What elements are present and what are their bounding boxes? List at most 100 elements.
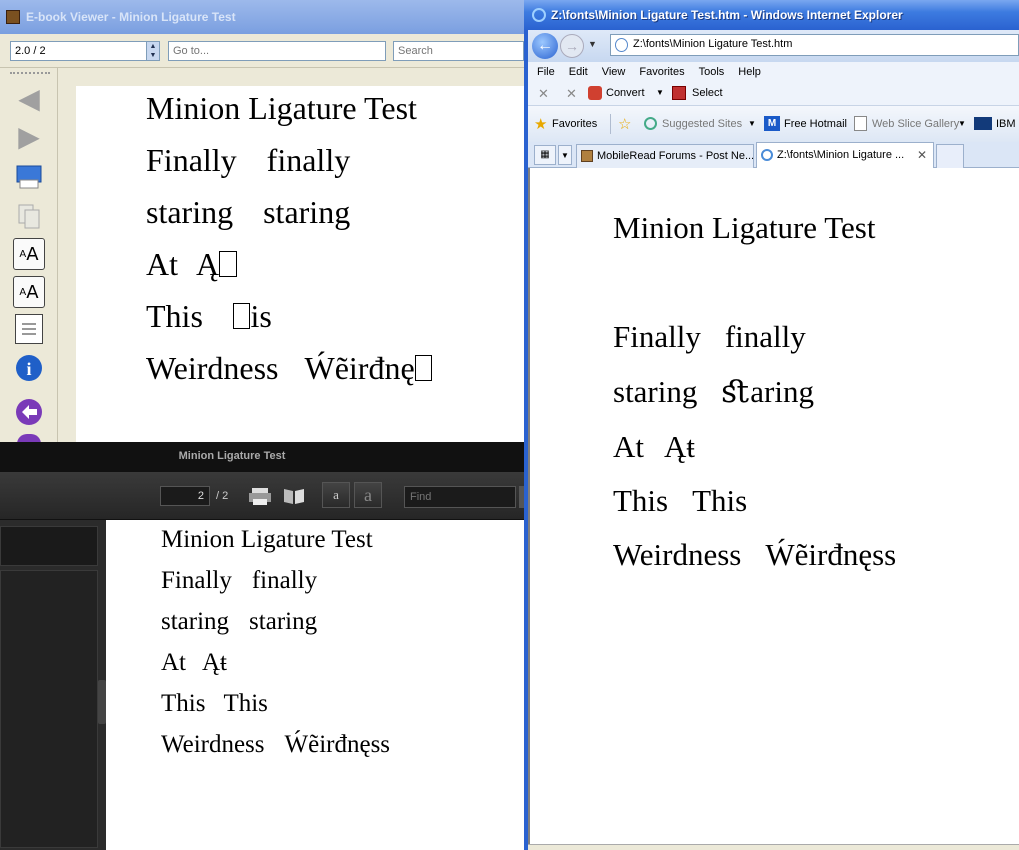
mobileread-favicon — [581, 150, 593, 162]
ebook-line-text: Minion Ligature Test — [146, 90, 417, 126]
ie-page-favicon — [761, 149, 773, 161]
font-smaller-icon[interactable]: AA — [13, 276, 45, 308]
ie-line-right: Ẃẽirđnęss — [765, 537, 897, 572]
chevron-down-icon[interactable]: ▼ — [656, 88, 664, 97]
forward-button-icon[interactable]: → — [560, 34, 584, 58]
ebook-viewer-toolbar: 2.0 / 2 ▲ ▼ — [0, 34, 524, 68]
new-tab-button[interactable] — [936, 144, 964, 168]
adobe-line-left: Weirdness — [161, 731, 265, 758]
back-button-icon[interactable]: ← — [532, 33, 558, 59]
ebook-line: Weirdness Ẃẽirđnę — [146, 350, 433, 387]
toc-icon[interactable] — [15, 314, 43, 344]
select-button[interactable]: Select — [692, 87, 723, 99]
ibm-icon — [974, 117, 992, 130]
find-input[interactable] — [404, 486, 516, 508]
font-small-glyph: a — [333, 487, 339, 502]
menu-help[interactable]: Help — [738, 66, 761, 78]
ie-logo-icon — [532, 8, 546, 22]
page-number-field[interactable]: 2 — [160, 486, 210, 506]
ebook-line: This is — [146, 298, 272, 335]
font-larger-icon[interactable]: AA — [13, 238, 45, 270]
print-icon[interactable] — [13, 160, 45, 192]
adobe-line-left: Minion Ligature Test — [161, 526, 373, 553]
toolbar-grip — [10, 72, 50, 74]
menu-view[interactable]: View — [602, 66, 626, 78]
adobe-line-right: This — [223, 690, 268, 717]
goto-input[interactable] — [168, 41, 386, 61]
svg-text:i: i — [26, 359, 31, 379]
previous-icon[interactable] — [13, 396, 45, 428]
side-panel-header — [0, 526, 98, 566]
tab-label: Z:\fonts\Minion Ligature ... — [777, 149, 905, 161]
adobe-titlebar[interactable]: Minion Ligature Test — [0, 442, 524, 472]
convert-icon — [588, 86, 602, 100]
ebook-viewer-window: E-book Viewer - Minion Ligature Test 2.0… — [0, 0, 524, 444]
ie-line-right: finally — [724, 319, 806, 354]
page-spinbox[interactable]: 2.0 / 2 ▲ ▼ — [10, 41, 160, 61]
ie-heading: Minion Ligature Test — [613, 210, 875, 246]
info-icon[interactable]: i — [13, 352, 45, 384]
adobe-line: staring staring — [161, 608, 317, 636]
missing-glyph-box — [414, 355, 433, 381]
ie-line-right: Ąŧ — [664, 429, 695, 464]
bookmark-icon[interactable] — [282, 486, 306, 506]
ie-line: staring ﬆaring — [613, 374, 814, 410]
add-favorite-icon[interactable]: ☆ — [618, 115, 631, 133]
history-dropdown-icon[interactable]: ▼ — [588, 39, 597, 49]
adobe-line-left: Finally — [161, 567, 232, 594]
web-slice-link[interactable]: Web Slice Gallery — [872, 118, 959, 130]
select-icon — [672, 86, 686, 100]
hotmail-icon: M — [764, 116, 780, 131]
tab-list-dropdown-icon[interactable]: ▼ — [558, 145, 572, 165]
chevron-down-icon[interactable]: ▼ — [958, 119, 966, 128]
forward-arrow-icon[interactable]: ▶ — [13, 120, 45, 152]
ie-favorites-bar: ★ Favorites ☆ Suggested Sites ▼ M Free H… — [528, 106, 1019, 142]
close-tab-icon[interactable]: ✕ — [917, 148, 927, 162]
panel-collapse-handle[interactable] — [98, 680, 106, 724]
tab-minion-test[interactable]: Z:\fonts\Minion Ligature ... ✕ — [756, 142, 934, 168]
ebook-line-right: finally — [266, 142, 351, 178]
free-hotmail-link[interactable]: Free Hotmail — [784, 118, 847, 130]
close-x-icon[interactable]: ✕ — [566, 86, 577, 102]
chevron-down-icon[interactable]: ▼ — [748, 119, 756, 128]
menu-file[interactable]: File — [537, 66, 555, 78]
adobe-line: Weirdness Ẃẽirđnęss — [161, 731, 390, 759]
adobe-line-right: Ẃẽirđnęss — [284, 731, 391, 758]
font-smaller-button[interactable]: a — [322, 482, 350, 508]
spin-arrows-icon[interactable]: ▲ ▼ — [146, 42, 159, 60]
ie-window: Z:\fonts\Minion Ligature Test.htm - Wind… — [524, 0, 1019, 850]
back-arrow-icon[interactable]: ◀ — [13, 82, 45, 114]
web-slice-icon — [854, 116, 867, 131]
adobe-page: Minion Ligature Test Finally finally star… — [106, 520, 524, 850]
ibm-link[interactable]: IBM i — [996, 118, 1019, 130]
ie-tab-row: ▦ ▼ MobileRead Forums - Post Ne... Z:\fo… — [528, 142, 1019, 168]
ie-line: Weirdness Ẃẽirđnęss — [613, 537, 896, 573]
print-icon[interactable] — [248, 486, 272, 506]
address-bar[interactable]: Z:\fonts\Minion Ligature Test.htm — [610, 34, 1019, 56]
tab-mobileread[interactable]: MobileRead Forums - Post Ne... — [576, 144, 754, 168]
copy-icon[interactable] — [13, 200, 45, 232]
ebook-viewer-titlebar[interactable]: E-book Viewer - Minion Ligature Test — [0, 0, 524, 34]
favorites-button[interactable]: Favorites — [552, 118, 597, 130]
adobe-line-left: This — [161, 690, 206, 717]
ebook-line: At Ą — [146, 246, 237, 283]
search-input[interactable] — [393, 41, 524, 61]
adobe-toolbar: 2 / 2 a a — [0, 472, 524, 520]
ie-titlebar[interactable]: Z:\fonts\Minion Ligature Test.htm - Wind… — [524, 0, 1019, 30]
close-x-icon[interactable]: ✕ — [538, 86, 549, 102]
font-larger-button[interactable]: a — [354, 482, 382, 508]
suggested-sites-link[interactable]: Suggested Sites — [662, 118, 742, 130]
side-panel-list — [0, 570, 98, 848]
adobe-line-right: finally — [251, 567, 318, 594]
ie-line-left: Minion Ligature Test — [613, 210, 876, 245]
convert-button[interactable]: Convert — [606, 87, 645, 99]
menu-edit[interactable]: Edit — [569, 66, 588, 78]
page-total: / 2 — [216, 490, 229, 502]
ebook-line: Finally finally — [146, 142, 350, 179]
quick-tabs-icon[interactable]: ▦ — [534, 145, 556, 165]
menu-tools[interactable]: Tools — [699, 66, 725, 78]
ie-line-right: ﬆaring — [721, 374, 814, 409]
menu-favorites[interactable]: Favorites — [639, 66, 684, 78]
adobe-title: Minion Ligature Test — [178, 450, 286, 462]
page-icon — [615, 38, 628, 52]
